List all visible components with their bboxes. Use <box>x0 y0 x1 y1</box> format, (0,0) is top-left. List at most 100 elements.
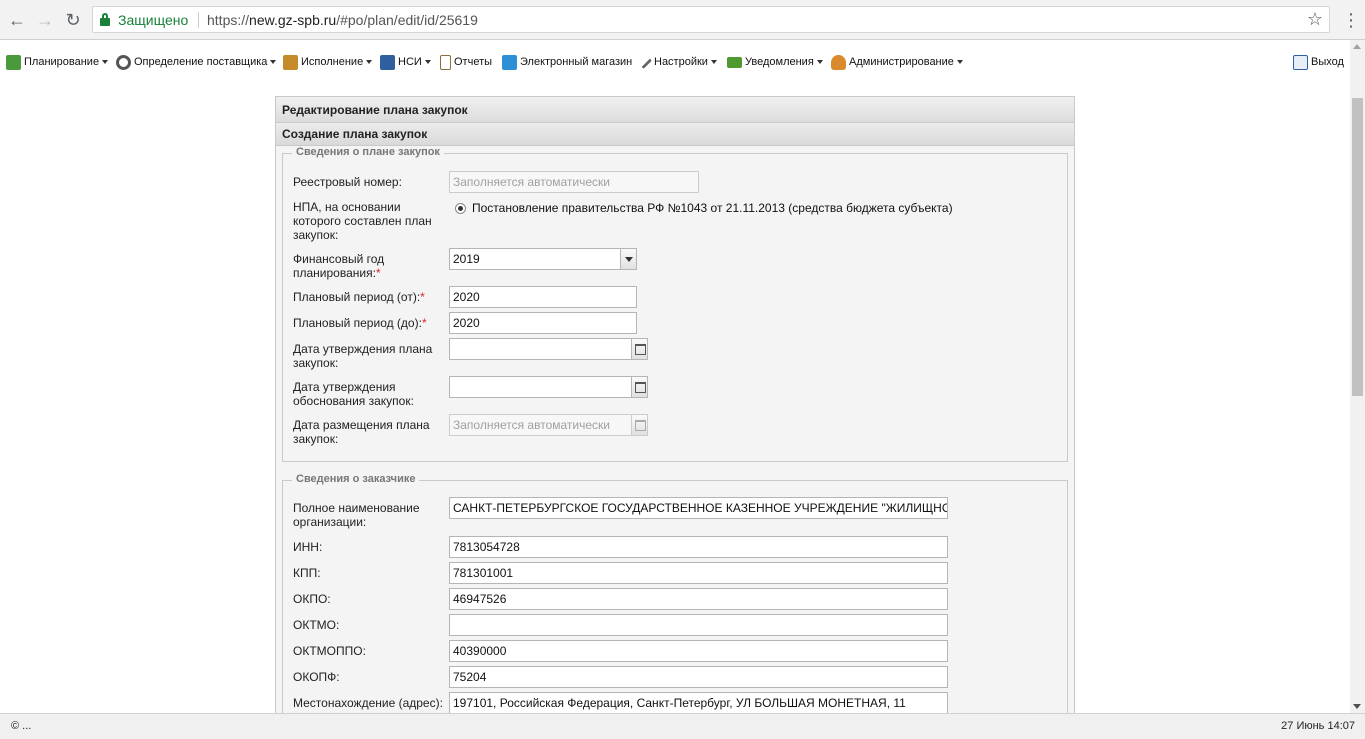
menu-settings-label: Настройки <box>654 56 708 68</box>
address-bar[interactable]: Защищено https://new.gz-spb.ru/#po/plan/… <box>92 6 1330 33</box>
user-icon <box>831 54 846 70</box>
placement-date-field: Заполняется автоматически <box>449 414 632 436</box>
npa-radio[interactable] <box>455 203 466 214</box>
scrollbar-thumb[interactable] <box>1352 98 1363 396</box>
forward-arrow-icon[interactable]: → <box>34 9 56 31</box>
execution-icon <box>283 54 298 70</box>
menu-reports[interactable]: Отчеты <box>440 53 492 71</box>
kpp-input[interactable]: 781301001 <box>449 562 948 584</box>
approval-date-input[interactable] <box>449 338 632 360</box>
menu-e-shop[interactable]: Электронный магазин <box>502 53 632 71</box>
datetime-text: 27 Июнь 14:07 <box>1281 720 1355 732</box>
menu-planning[interactable]: Планирование <box>6 53 109 71</box>
menu-execution-label: Исполнение <box>301 56 364 68</box>
exit-button[interactable]: Выход <box>1293 53 1344 71</box>
registry-number-field: Заполняется автоматически <box>449 171 699 193</box>
app-menu-bar: Планирование Определение поставщика Испо… <box>0 49 1350 75</box>
fin-year-value: 2019 <box>453 252 480 266</box>
calendar-icon[interactable] <box>631 338 648 360</box>
exit-icon <box>1293 54 1308 70</box>
chevron-down-icon <box>366 60 373 64</box>
customer-info-legend: Сведения о заказчике <box>292 473 420 485</box>
okopf-input[interactable]: 75204 <box>449 666 948 688</box>
chevron-down-icon <box>424 60 431 64</box>
copyright-text: © ... <box>11 720 32 732</box>
panel-title: Редактирование плана закупок <box>276 97 1074 123</box>
reload-icon[interactable]: ↻ <box>62 9 84 31</box>
scroll-down-icon[interactable] <box>1353 704 1361 709</box>
chevron-down-icon <box>816 60 823 64</box>
fin-year-label-text: Финансовый год планирования: <box>293 252 385 280</box>
plan-info-fieldset: Сведения о плане закупок Реестровый номе… <box>282 146 1068 462</box>
planning-icon <box>6 54 21 70</box>
exit-label: Выход <box>1311 56 1344 68</box>
report-icon <box>440 54 451 70</box>
oktmoppo-label: ОКТМОППО: <box>293 644 366 658</box>
customer-info-fieldset: Сведения о заказчике Полное наименование… <box>282 473 1068 715</box>
wrench-icon <box>637 54 653 70</box>
vertical-scrollbar[interactable] <box>1350 40 1365 713</box>
registry-number-label: Реестровый номер: <box>293 175 402 189</box>
kpp-label: КПП: <box>293 566 321 580</box>
menu-settings[interactable]: Настройки <box>637 53 717 71</box>
okpo-label: ОКПО: <box>293 592 331 606</box>
menu-nsi-label: НСИ <box>398 56 422 68</box>
fin-year-label: Финансовый год планирования:* <box>293 252 443 280</box>
url-path: /#po/plan/edit/id/25619 <box>336 12 478 28</box>
period-from-input[interactable]: 2020 <box>449 286 637 308</box>
menu-supplier-selection-label: Определение поставщика <box>134 56 268 68</box>
status-bar: © ... 27 Июнь 14:07 <box>0 713 1365 739</box>
inn-input[interactable]: 7813054728 <box>449 536 948 558</box>
required-mark: * <box>420 290 425 304</box>
org-name-label: Полное наименование организации: <box>293 501 420 529</box>
lock-icon <box>100 13 110 26</box>
npa-option-label[interactable]: Постановление правительства РФ №1043 от … <box>472 201 953 215</box>
npa-label: НПА, на основании которого составлен пла… <box>293 200 432 242</box>
approval-date-label: Дата утверждения плана закупок: <box>293 342 433 370</box>
oktmo-input[interactable] <box>449 614 948 636</box>
menu-notifications[interactable]: Уведомления <box>727 53 823 71</box>
justification-date-input[interactable] <box>449 376 632 398</box>
period-from-label: Плановый период (от):* <box>293 290 443 304</box>
plan-info-legend: Сведения о плане закупок <box>292 146 444 158</box>
oktmoppo-input[interactable]: 40390000 <box>449 640 948 662</box>
menu-supplier-selection[interactable]: Определение поставщика <box>116 53 277 71</box>
url-text[interactable]: https://new.gz-spb.ru/#po/plan/edit/id/2… <box>207 12 478 28</box>
url-host: new.gz-spb.ru <box>249 12 337 28</box>
url-scheme: https:// <box>207 12 250 28</box>
menu-execution[interactable]: Исполнение <box>283 53 373 71</box>
inn-label: ИНН: <box>293 540 323 554</box>
back-arrow-icon[interactable]: ← <box>6 9 28 31</box>
calendar-icon[interactable] <box>631 376 648 398</box>
chevron-down-icon[interactable] <box>620 249 636 269</box>
address-label: Местонахождение (адрес): <box>293 696 443 710</box>
menu-administration-label: Администрирование <box>849 56 954 68</box>
scroll-up-icon[interactable] <box>1353 44 1361 49</box>
placement-date-label: Дата размещения плана закупок: <box>293 418 430 446</box>
period-to-label: Плановый период (до):* <box>293 316 443 330</box>
menu-e-shop-label: Электронный магазин <box>520 56 633 68</box>
cart-icon <box>502 54 517 70</box>
okpo-input[interactable]: 46947526 <box>449 588 948 610</box>
fin-year-select[interactable]: 2019 <box>449 248 637 270</box>
notification-icon <box>727 56 742 68</box>
gear-icon <box>116 54 131 70</box>
menu-administration[interactable]: Администрирование <box>831 53 963 71</box>
org-name-input[interactable]: САНКТ-ПЕТЕРБУРГСКОЕ ГОСУДАРСТВЕННОЕ КАЗЕ… <box>449 497 948 519</box>
chevron-down-icon <box>956 60 963 64</box>
oktmo-label: ОКТМО: <box>293 618 340 632</box>
plan-edit-panel: Редактирование плана закупок Создание пл… <box>275 96 1075 716</box>
chevron-down-icon <box>102 60 109 64</box>
menu-notifications-label: Уведомления <box>745 56 814 68</box>
book-icon <box>380 54 395 70</box>
security-label: Защищено <box>118 12 189 28</box>
period-to-input[interactable]: 2020 <box>449 312 637 334</box>
bookmark-star-icon[interactable]: ☆ <box>1307 9 1323 30</box>
browser-menu-icon[interactable]: ⋮ <box>1342 9 1360 31</box>
address-input[interactable]: 197101, Российская Федерация, Санкт-Пете… <box>449 692 948 714</box>
panel-subtitle: Создание плана закупок <box>276 123 1074 146</box>
menu-reports-label: Отчеты <box>454 56 493 68</box>
menu-nsi[interactable]: НСИ <box>380 53 431 71</box>
menu-planning-label: Планирование <box>24 56 100 68</box>
period-from-label-text: Плановый период (от): <box>293 290 421 304</box>
